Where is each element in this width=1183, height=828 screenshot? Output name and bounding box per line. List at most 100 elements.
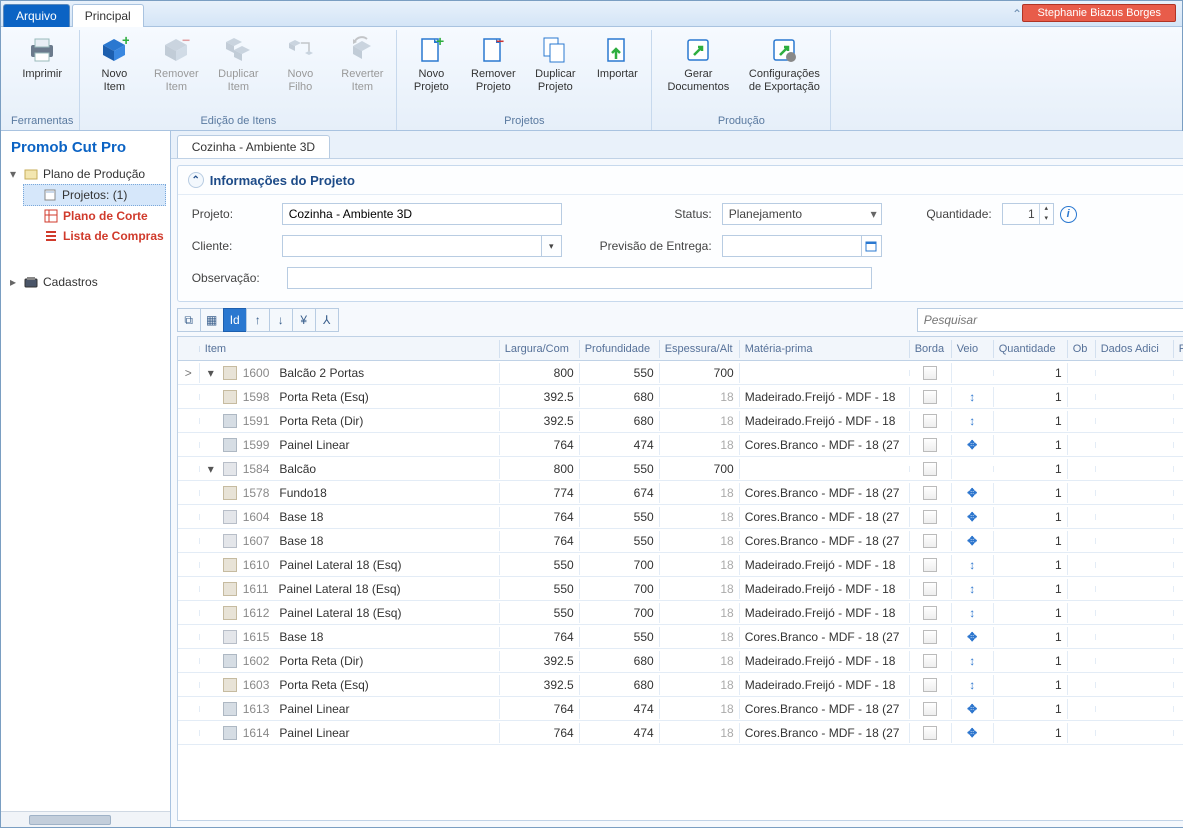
borda-icon[interactable] [923,582,937,596]
cliente-dropdown[interactable]: ▾ [282,235,562,257]
cell-veio[interactable] [952,466,994,472]
ribbon-dup-item[interactable]: DuplicarItem [210,30,266,97]
col-largura[interactable]: Largura/Com [500,340,580,358]
menu-tab-arquivo[interactable]: Arquivo [3,4,70,27]
cell-espessura[interactable]: 18 [660,699,740,719]
cell-profundidade[interactable]: 700 [580,603,660,623]
cell-espessura[interactable]: 18 [660,387,740,407]
cell-quantidade[interactable]: 1 [994,483,1068,503]
cell-ob[interactable] [1068,442,1096,448]
tool-expand-all[interactable]: ⧉ [177,308,201,332]
expand-caret-icon[interactable]: ▾ [205,462,217,476]
cell-profundidade[interactable]: 680 [580,411,660,431]
cell-profundidade[interactable]: 674 [580,483,660,503]
table-row[interactable]: 1602Porta Reta (Dir)392.568018Madeirado.… [178,649,1183,673]
cell-veio[interactable]: ↕ [952,651,994,671]
ribbon-collapse-icon[interactable]: ⌃ [1012,7,1022,21]
cell-veio[interactable]: ✥ [952,723,994,743]
cell-largura[interactable]: 764 [500,435,580,455]
expand-caret-icon[interactable]: ▾ [205,366,217,380]
cell-quantidade[interactable]: 1 [994,579,1068,599]
cell-dados[interactable] [1096,490,1174,496]
cell-ob[interactable] [1068,658,1096,664]
borda-icon[interactable] [923,558,937,572]
ribbon-new-item[interactable]: +NovoItem [86,30,142,97]
user-badge[interactable]: Stephanie Biazus Borges [1022,4,1176,22]
cell-profundidade[interactable]: 680 [580,387,660,407]
cell-largura[interactable]: 550 [500,555,580,575]
borda-icon[interactable] [923,510,937,524]
ribbon-export-cfg[interactable]: Configuraçõesde Exportação [744,30,824,97]
cell-quantidade[interactable]: 1 [994,435,1068,455]
ribbon-new-child[interactable]: NovoFilho [272,30,328,97]
ribbon-remove-proj[interactable]: −RemoverProjeto [465,30,521,97]
borda-icon[interactable] [923,630,937,644]
cell-veio[interactable] [952,370,994,376]
cell-quantidade[interactable]: 1 [994,651,1068,671]
borda-icon[interactable] [923,678,937,692]
cell-ob[interactable] [1068,682,1096,688]
col-profundidade[interactable]: Profundidade [580,340,660,358]
cell-veio[interactable]: ✥ [952,531,994,551]
cell-espessura[interactable]: 18 [660,435,740,455]
cell-veio[interactable]: ✥ [952,435,994,455]
tool-config[interactable]: ¥ [292,308,316,332]
tree-cadastros[interactable]: ▸ Cadastros [5,272,166,292]
cell-ob[interactable] [1068,466,1096,472]
doc-tab-active[interactable]: Cozinha - Ambiente 3D [177,135,330,158]
project-info-header[interactable]: ⌃ Informações do Projeto [178,166,1183,195]
cell-veio[interactable]: ✥ [952,627,994,647]
cell-quantidade[interactable]: 1 [994,699,1068,719]
cell-espessura[interactable]: 18 [660,723,740,743]
cell-materia[interactable]: Cores.Branco - MDF - 18 (27 [740,699,910,719]
cell-largura[interactable]: 392.5 [500,411,580,431]
table-row[interactable]: 1611Painel Lateral 18 (Esq)55070018Madei… [178,577,1183,601]
cell-materia[interactable]: Madeirado.Freijó - MDF - 18 [740,651,910,671]
table-row[interactable]: ▾1584Balcão8005507001 [178,457,1183,481]
info-icon[interactable]: i [1060,206,1077,223]
cell-veio[interactable]: ✥ [952,507,994,527]
cell-dados[interactable] [1096,394,1174,400]
cell-materia[interactable]: Cores.Branco - MDF - 18 (27 [740,435,910,455]
cell-dados[interactable] [1096,658,1174,664]
col-borda[interactable]: Borda [910,340,952,358]
cell-dados[interactable] [1096,730,1174,736]
borda-icon[interactable] [923,366,937,380]
tool-move-down[interactable]: ↓ [269,308,293,332]
borda-icon[interactable] [923,606,937,620]
col-materia[interactable]: Matéria-prima [740,340,910,358]
col-veio[interactable]: Veio [952,340,994,358]
cell-dados[interactable] [1096,442,1174,448]
borda-icon[interactable] [923,654,937,668]
cell-largura[interactable]: 764 [500,627,580,647]
ribbon-new-proj[interactable]: +NovoProjeto [403,30,459,97]
cell-dados[interactable] [1096,682,1174,688]
cell-materia[interactable]: Madeirado.Freijó - MDF - 18 [740,555,910,575]
ribbon-dup-proj[interactable]: DuplicarProjeto [527,30,583,97]
cell-materia[interactable] [740,370,910,376]
cell-profundidade[interactable]: 680 [580,675,660,695]
cell-veio[interactable]: ↕ [952,387,994,407]
table-row[interactable]: 1604Base 1876455018Cores.Branco - MDF - … [178,505,1183,529]
cell-dados[interactable] [1096,538,1174,544]
cell-quantidade[interactable]: 1 [994,411,1068,431]
cell-veio[interactable]: ↕ [952,603,994,623]
cell-materia[interactable]: Madeirado.Freijó - MDF - 18 [740,675,910,695]
sidebar-hscrollbar[interactable] [1,811,170,827]
tree-plano-corte[interactable]: Plano de Corte [41,206,166,226]
projeto-input[interactable] [282,203,562,225]
table-row[interactable]: >▾1600Balcão 2 Portas8005507001 [178,361,1183,385]
cell-materia[interactable]: Cores.Branco - MDF - 18 (27 [740,627,910,647]
cell-ob[interactable] [1068,490,1096,496]
ribbon-import[interactable]: Importar [589,30,645,85]
cell-profundidade[interactable]: 474 [580,435,660,455]
table-row[interactable]: 1615Base 1876455018Cores.Branco - MDF - … [178,625,1183,649]
borda-icon[interactable] [923,726,937,740]
cliente-input[interactable] [283,236,541,256]
cell-dados[interactable] [1096,586,1174,592]
table-row[interactable]: 1613Painel Linear76447418Cores.Branco - … [178,697,1183,721]
cell-largura[interactable]: 764 [500,723,580,743]
cell-quantidade[interactable]: 1 [994,723,1068,743]
cell-espessura[interactable]: 700 [660,363,740,383]
cell-ob[interactable] [1068,562,1096,568]
